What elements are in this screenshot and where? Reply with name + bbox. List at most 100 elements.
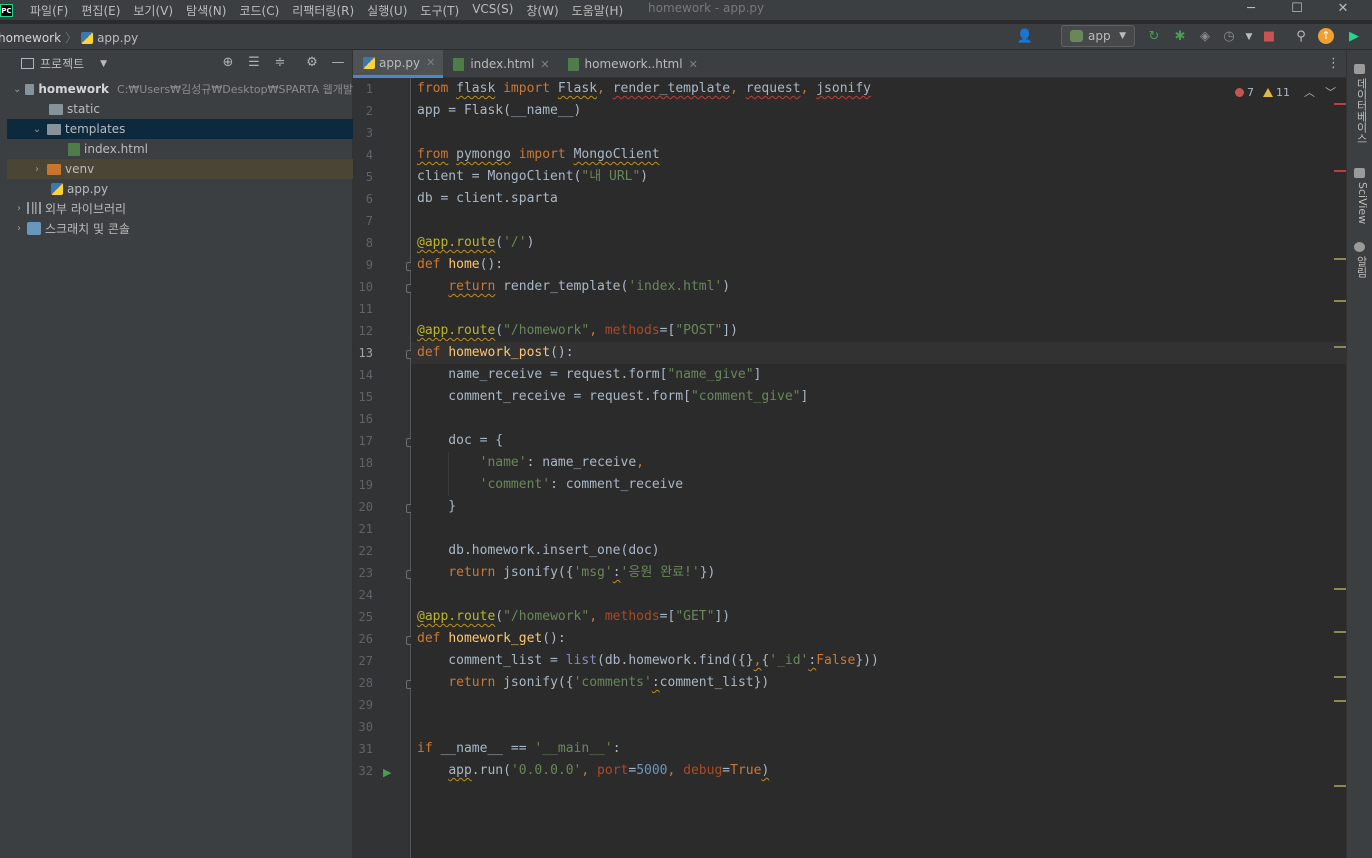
line-number: 30 xyxy=(358,720,373,734)
update-arrow-icon[interactable]: ↑ xyxy=(1318,28,1334,44)
tree-item-app-py[interactable]: app.py xyxy=(7,179,353,199)
gear-icon[interactable]: ⚙ xyxy=(304,55,320,71)
tree-item-venv[interactable]: › venv xyxy=(7,159,353,179)
breadcrumb-project[interactable]: homework xyxy=(0,31,61,45)
menu-vcs[interactable]: VCS(S) xyxy=(472,2,513,19)
breadcrumb-file[interactable]: app.py xyxy=(97,31,138,45)
error-marker[interactable] xyxy=(1334,170,1346,172)
warning-marker[interactable] xyxy=(1334,588,1346,590)
run-config-selector[interactable]: app ▼ xyxy=(1061,25,1135,47)
bell-icon xyxy=(1354,242,1365,252)
tree-item-templates[interactable]: ⌄ templates xyxy=(7,119,353,139)
chevron-down-icon: ▼ xyxy=(1119,31,1126,41)
hide-minus-icon[interactable]: — xyxy=(330,55,346,71)
tree-item-external-libraries[interactable]: › 외부 라이브러리 xyxy=(7,198,353,218)
sciview-tab[interactable]: SciView xyxy=(1351,182,1369,224)
user-icon[interactable]: 👤 xyxy=(1016,28,1034,46)
folder-icon xyxy=(25,83,35,95)
search-icon[interactable]: ⚲ xyxy=(1292,28,1310,46)
line-number: 18 xyxy=(358,456,373,470)
warning-marker[interactable] xyxy=(1334,676,1346,678)
menu-edit[interactable]: 편집(E) xyxy=(81,2,120,19)
tab-homework-html[interactable]: homework..html ✕ xyxy=(558,50,706,78)
run-config-label: app xyxy=(1088,29,1111,43)
library-icon xyxy=(27,202,41,214)
error-marker[interactable] xyxy=(1334,103,1346,105)
warning-marker[interactable] xyxy=(1334,785,1346,787)
profile-icon[interactable]: ◷ xyxy=(1220,28,1238,46)
chevron-down-icon[interactable]: ⌄ xyxy=(31,124,43,135)
inspection-widget[interactable]: 7 11 ︿ ﹀ xyxy=(1235,84,1336,100)
collapse-all-icon[interactable]: ≑ xyxy=(272,55,288,71)
menu-window[interactable]: 창(W) xyxy=(526,2,558,19)
line-number: 17 xyxy=(358,434,373,448)
close-icon[interactable]: ✕ xyxy=(540,58,549,71)
minimize-button[interactable]: ─ xyxy=(1228,0,1274,20)
chevron-down-icon[interactable]: ▼ xyxy=(100,59,107,69)
line-number: 24 xyxy=(358,588,373,602)
project-view-icon xyxy=(21,58,34,69)
menu-code[interactable]: 코드(C) xyxy=(239,2,279,19)
stop-icon[interactable]: ■ xyxy=(1260,28,1278,46)
warning-marker[interactable] xyxy=(1334,300,1346,302)
maximize-button[interactable]: ☐ xyxy=(1274,0,1320,20)
warning-marker[interactable] xyxy=(1334,700,1346,702)
expand-all-icon[interactable]: ☰ xyxy=(246,55,262,71)
database-tab[interactable]: 데이터베이스 xyxy=(1351,78,1369,144)
menu-view[interactable]: 보기(V) xyxy=(133,2,173,19)
line-number: 2 xyxy=(365,104,373,118)
menu-run[interactable]: 실행(U) xyxy=(367,2,407,19)
tab-app-py[interactable]: app.py ✕ xyxy=(353,50,444,78)
warning-icon xyxy=(1263,87,1273,97)
menu-help[interactable]: 도움말(H) xyxy=(572,2,624,19)
close-window-button[interactable]: ✕ xyxy=(1320,0,1366,20)
menu-tools[interactable]: 도구(T) xyxy=(420,2,459,19)
menu-file[interactable]: 파일(F) xyxy=(30,2,68,19)
warning-marker[interactable] xyxy=(1334,258,1346,260)
error-count: 7 xyxy=(1247,85,1254,99)
line-number: 15 xyxy=(358,390,373,404)
line-number-current: 13 xyxy=(358,346,373,360)
notifications-tab[interactable]: 알림 xyxy=(1351,256,1369,278)
line-number: 27 xyxy=(358,654,373,668)
coverage-shield-icon[interactable]: ◈ xyxy=(1196,28,1214,46)
error-stripe[interactable] xyxy=(1330,78,1346,858)
debug-bug-icon[interactable]: ✱ xyxy=(1171,28,1189,46)
chevron-right-icon[interactable]: › xyxy=(13,203,25,214)
code-line-15: comment_receive = request.form["comment_… xyxy=(417,389,809,404)
chevron-right-icon[interactable]: › xyxy=(13,223,25,234)
line-number: 4 xyxy=(365,148,373,162)
code-line-17: doc = { xyxy=(417,433,504,448)
code-line-8: @app.route('/') xyxy=(417,235,535,250)
pycharm-logo-icon: PC xyxy=(0,3,13,17)
tree-item-index-html[interactable]: index.html xyxy=(7,139,353,159)
rerun-icon[interactable]: ↻ xyxy=(1145,28,1163,46)
pycharm-ai-icon[interactable]: ▶ xyxy=(1345,28,1363,46)
chevron-up-icon[interactable]: ︿ xyxy=(1304,84,1315,100)
project-title[interactable]: 프로젝트 xyxy=(40,55,84,72)
more-run-options-icon[interactable]: ▼ xyxy=(1240,28,1258,46)
code-editor[interactable]: 7 11 ︿ ﹀ from flask import Flask, render… xyxy=(411,78,1346,858)
locate-crosshair-icon[interactable]: ⊕ xyxy=(220,55,236,71)
line-number: 28 xyxy=(358,676,373,690)
tree-item-scratches[interactable]: › 스크래치 및 콘솔 xyxy=(7,218,353,238)
breadcrumb-chevron-icon: 〉 xyxy=(65,31,78,45)
code-line-32: app.run('0.0.0.0', port=5000, debug=True… xyxy=(448,763,770,778)
menu-navigate[interactable]: 탐색(N) xyxy=(186,2,226,19)
close-icon[interactable]: ✕ xyxy=(426,56,435,69)
tab-index-html[interactable]: index.html ✕ xyxy=(443,50,557,78)
code-line-28: return jsonify({'comments':comment_list}… xyxy=(448,675,770,690)
warning-marker[interactable] xyxy=(1334,346,1346,348)
tabs-more-icon[interactable]: ⋮ xyxy=(1327,56,1340,71)
run-play-icon[interactable]: ▶ xyxy=(383,766,391,779)
chevron-down-icon[interactable]: ⌄ xyxy=(13,84,21,95)
close-icon[interactable]: ✕ xyxy=(689,58,698,71)
chevron-right-icon[interactable]: › xyxy=(31,164,43,175)
tree-item-homework[interactable]: ⌄ homework C:₩Users₩김성규₩Desktop₩SPARTA 웹… xyxy=(7,79,353,99)
warning-marker[interactable] xyxy=(1334,631,1346,633)
menu-refactor[interactable]: 리팩터링(R) xyxy=(292,2,354,19)
tree-item-static[interactable]: static xyxy=(7,99,353,119)
line-number: 9 xyxy=(365,258,373,272)
tab-label: app.py xyxy=(379,55,421,70)
code-line-27: comment_list = list(db.homework.find({},… xyxy=(417,653,879,668)
